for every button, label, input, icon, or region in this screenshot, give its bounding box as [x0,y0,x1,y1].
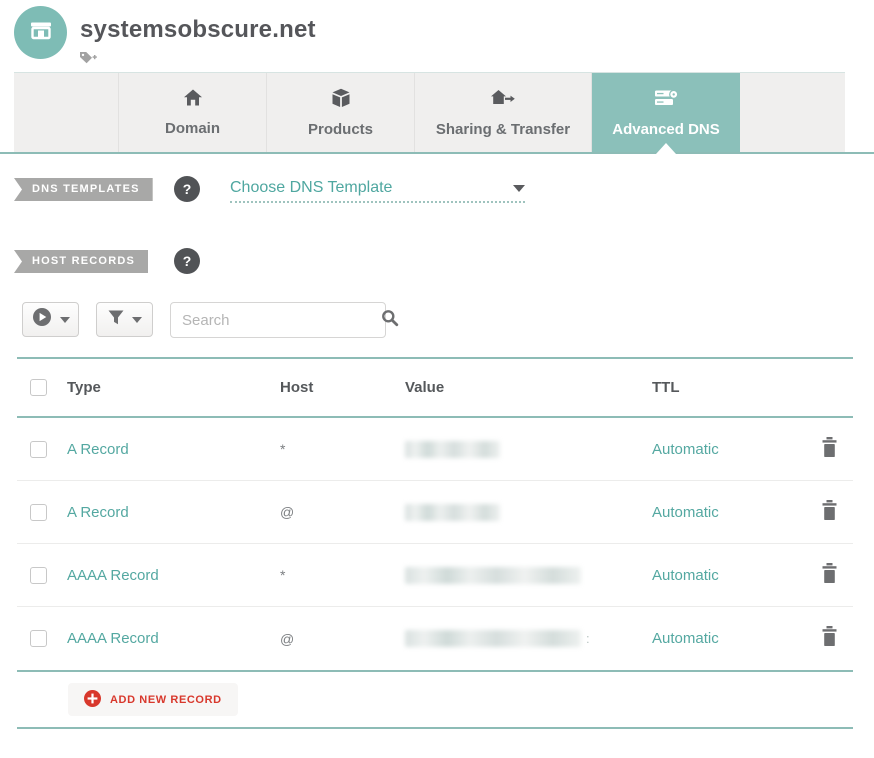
record-ttl[interactable]: Automatic [652,441,806,458]
page: systemsobscure.net Domain [0,0,874,758]
add-new-record-label: ADD NEW RECORD [110,694,222,706]
table-row: A Record @ Automatic [17,481,853,544]
row-checkbox[interactable] [30,504,47,521]
delete-record-button[interactable] [806,563,853,588]
actions-dropdown-button[interactable] [22,302,79,337]
dns-template-select-value: Choose DNS Template [230,179,392,197]
avatar [14,6,67,59]
host-records-ribbon: HOST RECORDS [14,250,148,273]
trash-icon [821,563,838,588]
row-checkbox[interactable] [30,441,47,458]
house-transfer-icon [490,88,517,112]
delete-record-button[interactable] [806,437,853,462]
delete-record-button[interactable] [806,500,853,525]
tabbar-spacer-left [14,73,119,152]
chevron-down-icon [513,185,525,192]
record-type[interactable]: A Record [67,504,280,521]
table-header-row: Type Host Value TTL [17,357,853,418]
dns-template-select[interactable]: Choose DNS Template [230,175,525,203]
tab-label: Products [308,121,373,138]
column-header-host: Host [280,379,405,396]
tabbar-spacer-right [740,73,845,152]
column-header-type: Type [67,379,280,396]
tab-domain[interactable]: Domain [119,73,267,152]
chevron-down-icon [132,317,142,323]
trash-icon [821,626,838,651]
dns-templates-help-icon[interactable]: ? [174,176,200,202]
trash-icon [821,437,838,462]
add-tag-icon[interactable] [79,51,97,70]
table-row: AAAA Record * Automatic [17,544,853,607]
column-header-ttl: TTL [652,379,806,396]
row-checkbox[interactable] [30,567,47,584]
record-value-redacted[interactable] [405,441,500,458]
record-value-suffix: : [586,631,590,646]
tab-label: Advanced DNS [612,121,720,138]
tab-advanced-dns[interactable]: Advanced DNS [592,73,740,152]
chevron-down-icon [60,317,70,323]
record-host[interactable]: @ [280,504,405,520]
search-icon[interactable] [381,309,399,332]
row-checkbox[interactable] [30,630,47,647]
record-host[interactable]: @ [280,631,405,647]
add-new-record-button[interactable]: ADD NEW RECORD [68,683,238,716]
tab-sharing-transfer[interactable]: Sharing & Transfer [415,73,592,152]
table-row: A Record * Automatic [17,418,853,481]
filter-dropdown-button[interactable] [96,302,153,337]
record-type[interactable]: AAAA Record [67,630,280,647]
tabbar: Domain Products Sharing & Transfer [14,72,845,152]
dns-server-icon [654,88,679,112]
record-ttl[interactable]: Automatic [652,504,806,521]
select-all-checkbox[interactable] [30,379,47,396]
table-footer: ADD NEW RECORD [17,670,853,729]
tab-products[interactable]: Products [267,73,415,152]
record-value-redacted[interactable] [405,567,581,584]
column-header-value: Value [405,379,652,396]
record-ttl[interactable]: Automatic [652,630,806,647]
tabbar-underline [0,152,874,154]
tab-label: Sharing & Transfer [436,121,570,138]
search-box [170,302,386,338]
record-type[interactable]: A Record [67,441,280,458]
host-records-table: Type Host Value TTL A Record * Automatic [17,357,853,729]
home-icon [183,88,203,111]
host-records-help-icon[interactable]: ? [174,248,200,274]
plus-circle-icon [84,690,101,710]
filter-funnel-icon [108,310,124,330]
tab-label: Domain [165,120,220,137]
storefront-icon [26,15,56,50]
play-circle-icon [32,307,52,332]
box-icon [331,88,351,112]
record-type[interactable]: AAAA Record [67,567,280,584]
delete-record-button[interactable] [806,626,853,651]
search-input[interactable] [182,312,381,329]
dns-templates-ribbon: DNS TEMPLATES [14,178,153,201]
trash-icon [821,500,838,525]
record-host[interactable]: * [280,441,405,457]
record-host[interactable]: * [280,567,405,583]
record-value-redacted[interactable] [405,504,500,521]
record-ttl[interactable]: Automatic [652,567,806,584]
record-value-redacted[interactable] [405,630,581,647]
table-row: AAAA Record @ : Automatic [17,607,853,670]
page-title: systemsobscure.net [80,16,316,44]
